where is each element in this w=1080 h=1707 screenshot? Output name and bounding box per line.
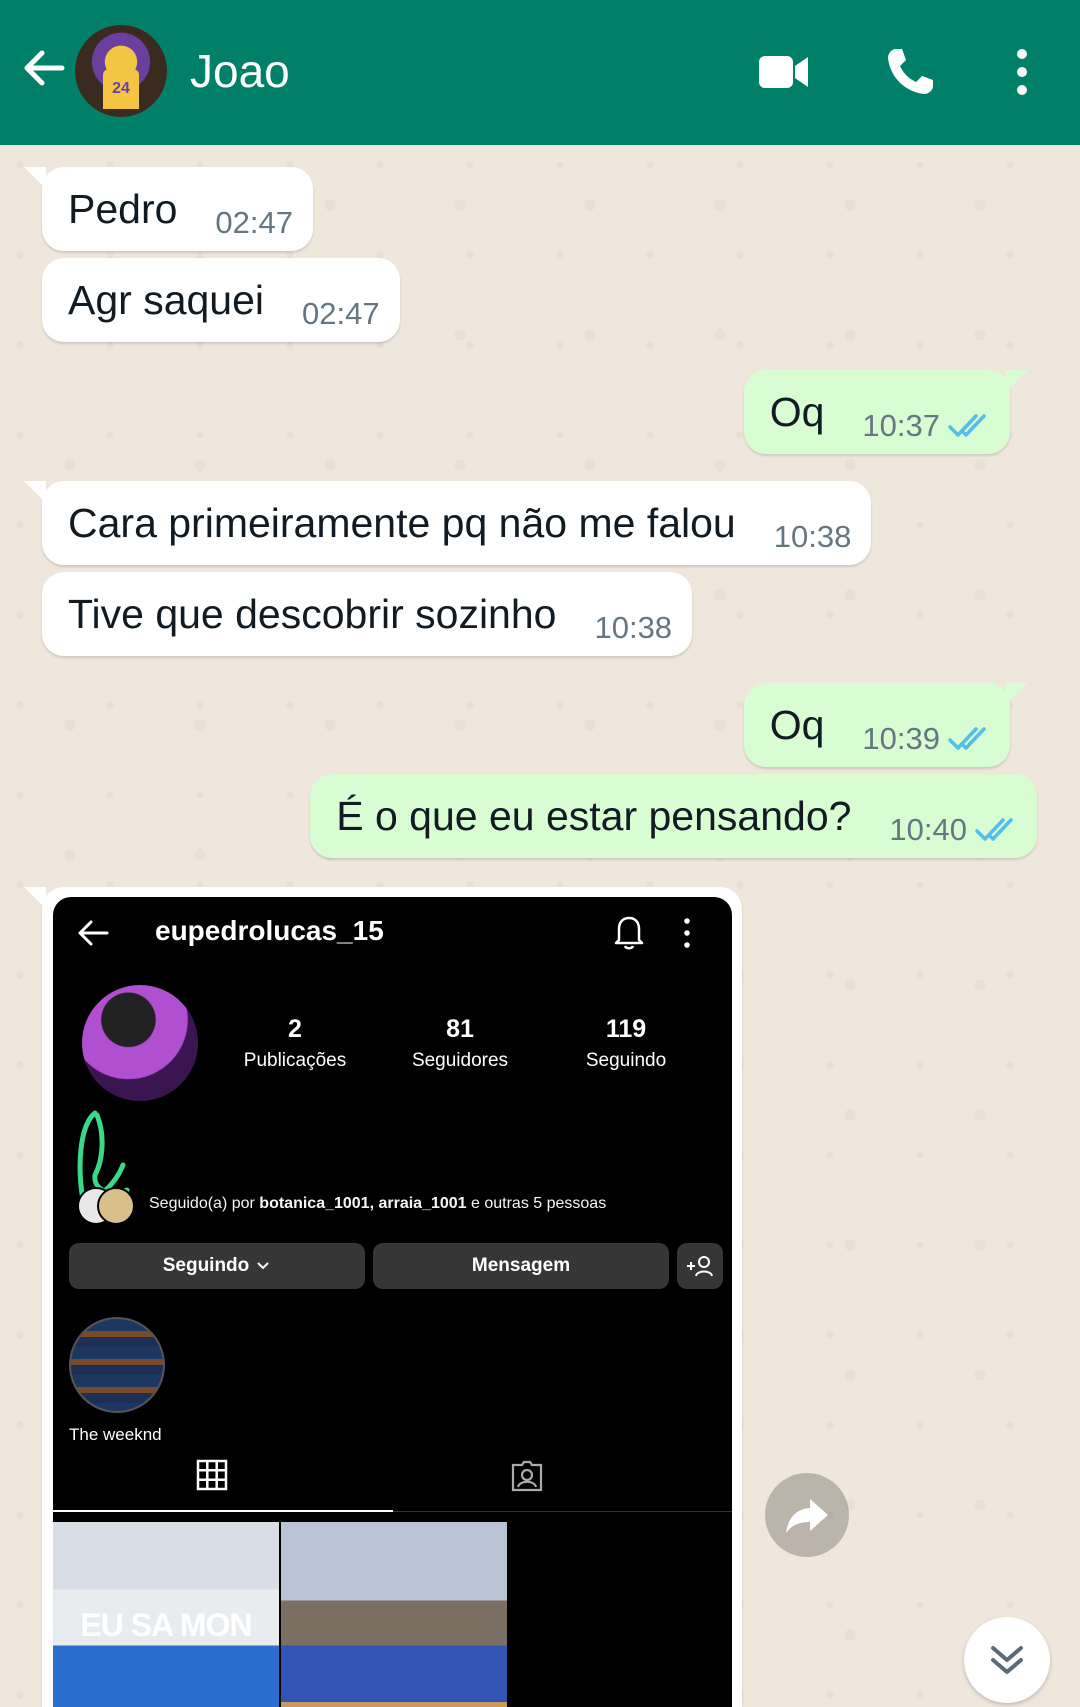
phone-call-icon[interactable] <box>882 44 938 100</box>
message-bubble-outgoing[interactable]: Oq 10:39 <box>743 683 1029 767</box>
more-options-icon[interactable] <box>1000 44 1056 100</box>
ig-back-arrow-icon <box>78 920 109 946</box>
read-ticks-icon <box>948 414 986 437</box>
add-user-icon <box>687 1256 713 1277</box>
video-call-icon[interactable] <box>756 44 812 100</box>
ig-post-thumbnail <box>281 1522 507 1707</box>
message-time: 10:37 <box>862 408 940 443</box>
instagram-profile-screenshot[interactable]: eupedrolucas_15 2 Publicações 81 Seguido… <box>53 897 732 1707</box>
ig-profile-avatar <box>82 985 198 1101</box>
message-time: 10:40 <box>889 812 967 847</box>
message-text: Oq <box>769 701 825 748</box>
chat-header: 24 Joao <box>0 0 1080 145</box>
ig-stat-number: 119 <box>605 1015 647 1043</box>
message-text: Cara primeiramente pq não me falou <box>68 499 736 546</box>
ig-bell-icon <box>614 916 644 950</box>
ig-message-label: Mensagem <box>471 1255 571 1276</box>
contact-name[interactable]: Joao <box>190 44 290 98</box>
followed-suffix: e outras 5 pessoas <box>466 1195 607 1212</box>
ig-story-highlight <box>69 1317 165 1413</box>
ig-highlight-label: The weeknd <box>69 1425 162 1444</box>
message-bubble-incoming[interactable]: Tive que descobrir sozinho 10:38 <box>42 572 693 656</box>
message-bubble-incoming[interactable]: Pedro 02:47 <box>24 167 313 251</box>
ig-stat-followers: 81 Seguidores <box>385 1015 535 1072</box>
message-time: 10:38 <box>594 610 673 645</box>
ig-username: eupedrolucas_15 <box>155 915 384 946</box>
forward-button[interactable] <box>765 1473 849 1557</box>
ig-add-user-button <box>677 1243 723 1289</box>
ig-tab-divider <box>393 1511 732 1512</box>
read-ticks-icon <box>948 727 986 750</box>
ig-stat-label: Publicações <box>243 1050 347 1071</box>
followed-names: botanica_1001, arraia_1001 <box>259 1195 467 1212</box>
message-text: Oq <box>769 388 825 435</box>
ig-follower-avatar <box>97 1187 135 1225</box>
back-arrow-icon[interactable] <box>18 42 70 94</box>
message-bubble-outgoing[interactable]: Oq 10:37 <box>743 370 1029 454</box>
ig-stat-label: Seguidores <box>411 1050 509 1071</box>
double-chevron-down-icon <box>991 1646 1023 1674</box>
ig-post-text: EU SA MON <box>80 1607 252 1643</box>
message-time: 10:39 <box>862 721 940 756</box>
ig-stat-number: 2 <box>288 1015 302 1043</box>
ig-following-button: Seguindo <box>69 1243 365 1289</box>
ig-stat-posts: 2 Publicações <box>220 1015 370 1072</box>
ig-stat-number: 81 <box>446 1015 474 1043</box>
message-text: É o que eu estar pensando? <box>336 792 852 839</box>
image-message-bubble[interactable]: eupedrolucas_15 2 Publicações 81 Seguido… <box>24 887 742 1707</box>
message-time: 02:47 <box>215 205 293 240</box>
scroll-to-bottom-button[interactable] <box>964 1617 1050 1703</box>
message-time: 10:38 <box>773 519 852 554</box>
chevron-down-icon <box>257 1262 269 1270</box>
tagged-photos-icon <box>511 1460 543 1492</box>
read-ticks-icon <box>975 818 1013 841</box>
message-text: Tive que descobrir sozinho <box>68 590 557 637</box>
message-bubble-incoming[interactable]: Agr saquei 02:47 <box>42 258 400 342</box>
contact-avatar[interactable]: 24 <box>75 25 167 117</box>
message-bubble-incoming[interactable]: Cara primeiramente pq não me falou 10:38 <box>23 481 872 565</box>
ig-active-tab-indicator <box>53 1510 393 1512</box>
forward-icon <box>786 1499 828 1533</box>
avatar-jersey: 24 <box>103 69 139 109</box>
ig-followed-by-text: Seguido(a) por botanica_1001, arraia_100… <box>149 1195 606 1213</box>
message-time: 02:47 <box>302 296 380 331</box>
ig-stat-label: Seguindo <box>585 1050 667 1071</box>
ig-more-icon <box>684 918 690 948</box>
chat-area[interactable]: Pedro 02:47 Agr saquei 02:47 Oq 10:37 Ca… <box>0 145 1080 1707</box>
message-text: Agr saquei <box>68 276 265 323</box>
ig-post-thumbnail: EU SA MON <box>53 1522 279 1707</box>
ig-following-label: Seguindo <box>162 1255 250 1276</box>
ig-message-button: Mensagem <box>373 1243 669 1289</box>
followed-prefix: Seguido(a) por <box>149 1195 260 1212</box>
ig-stat-following: 119 Seguindo <box>551 1015 701 1072</box>
message-bubble-outgoing[interactable]: É o que eu estar pensando? 10:40 <box>310 774 1037 858</box>
message-text: Pedro <box>68 185 178 232</box>
grid-icon <box>196 1459 228 1491</box>
